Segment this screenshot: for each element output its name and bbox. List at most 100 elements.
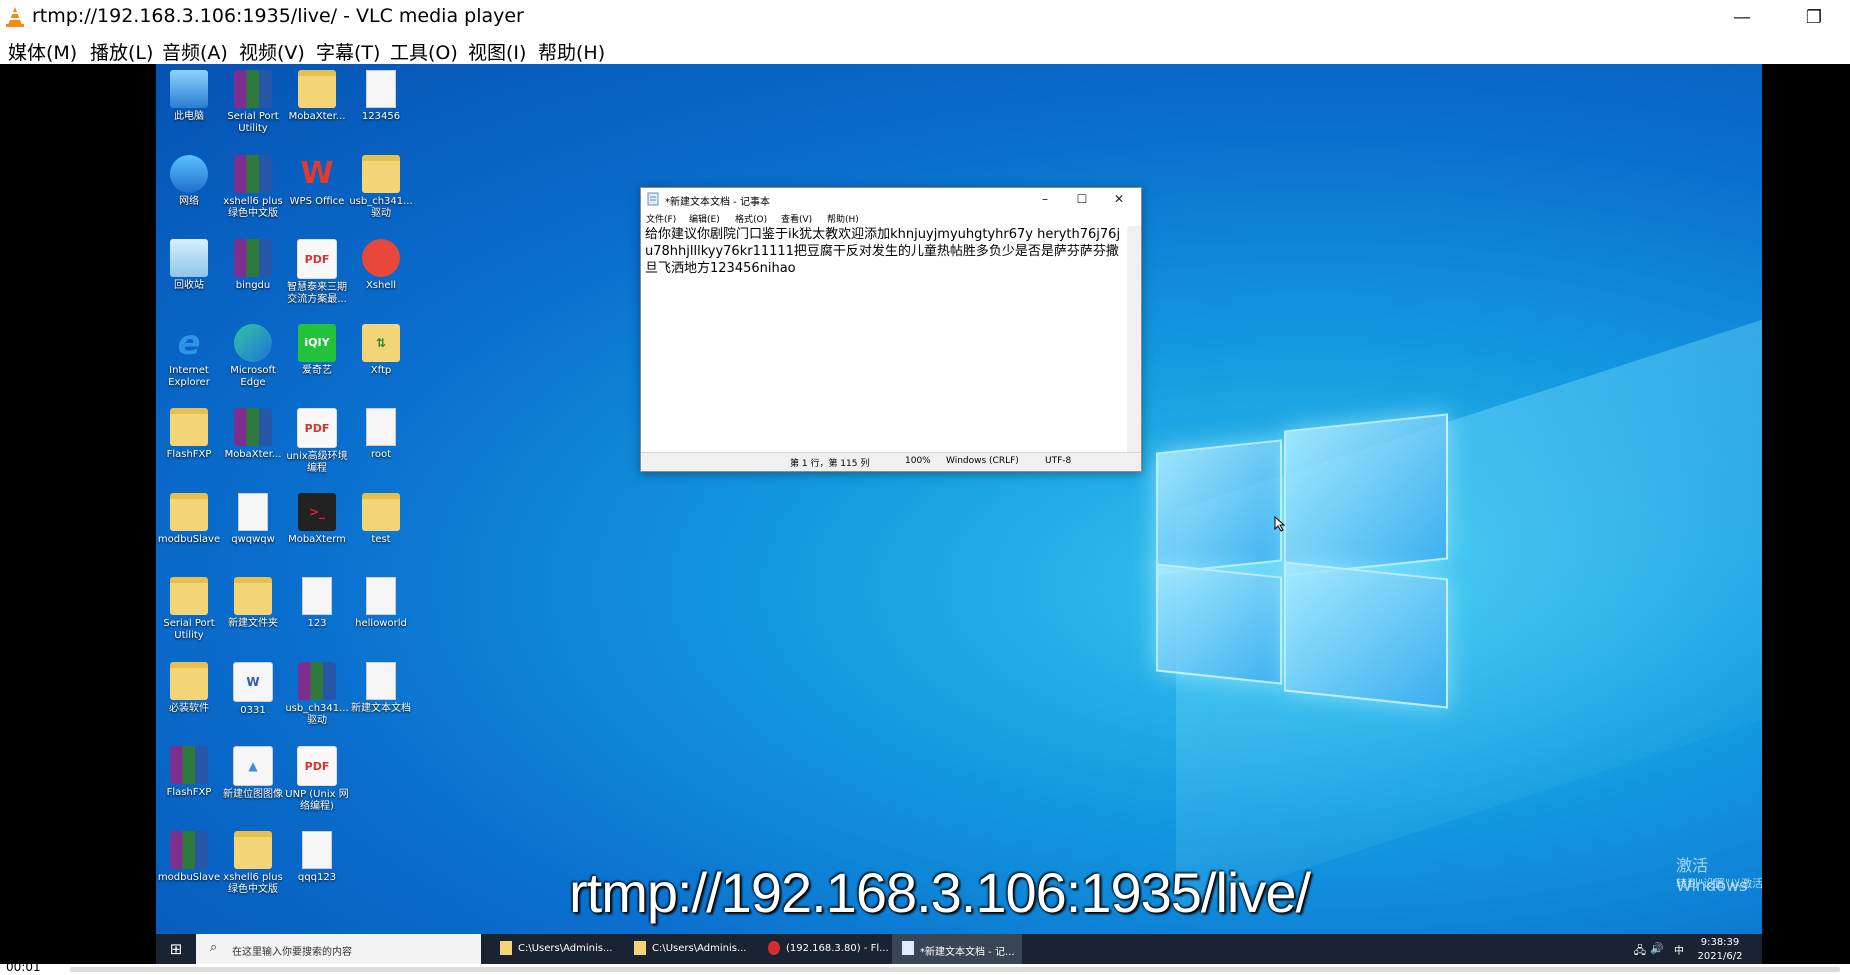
notepad-title: *新建文本文档 - 记事本 (665, 197, 770, 208)
folder-icon (234, 830, 272, 869)
text-file-icon (366, 661, 396, 700)
streamed-desktop: 此电脑 Serial Port Utility MobaXter... 123456 网… (156, 64, 1762, 934)
menu-subtitle[interactable]: 字幕(T) (316, 38, 380, 65)
winrar-icon (298, 661, 336, 700)
desktop-icon-label: Microsoft Edge (230, 364, 276, 388)
line-ending: Windows (CRLF) (946, 456, 1019, 466)
folder-icon (500, 941, 512, 955)
notepad-scrollbar[interactable] (1127, 226, 1141, 452)
notepad-window[interactable]: *新建文本文档 - 记事本 – ☐ ✕ 文件(F) 编辑(E) 格式(O) 查看… (640, 187, 1142, 472)
light-beam (1176, 217, 1762, 911)
folder-icon (634, 941, 646, 955)
desktop-icon-label: FlashFXP (166, 449, 212, 460)
desktop-icon-label: qwqwqw (231, 533, 275, 545)
picture-icon: ▲ (233, 746, 273, 786)
search-icon: ⌕ (210, 940, 218, 955)
desktop-icon: FlashFXP (158, 408, 220, 461)
word-icon: W (233, 661, 273, 702)
desktop-icon: PDF 智慧泰来三期 交流方案最... (286, 239, 348, 306)
desktop-icon-label: 0331 (240, 704, 266, 716)
winrar-icon (234, 70, 272, 108)
taskbar-search-placeholder: 在这里输入你要搜索的内容 (232, 947, 352, 958)
edge-icon (234, 323, 272, 362)
folder-icon (170, 408, 208, 446)
desktop-icon-label: modbuSlave (157, 533, 221, 545)
desktop-icon: Microsoft Edge (222, 323, 284, 389)
menu-playback[interactable]: 播放(L) (90, 38, 153, 65)
notepad-close-button[interactable]: ✕ (1103, 188, 1135, 210)
notepad-menu-bar: 文件(F) 编辑(E) 格式(O) 查看(V) 帮助(H) (641, 210, 1141, 226)
desktop-icon-label: 新建文本文档 (351, 702, 411, 714)
text-file-icon (238, 492, 268, 531)
menu-help[interactable]: 帮助(H) (538, 38, 605, 65)
menu-video[interactable]: 视频(V) (239, 38, 305, 65)
desktop-icon-label: 新建位图图像 (223, 789, 283, 800)
desktop-icon-label: unix高级环境 编程 (286, 451, 348, 474)
notepad-text-area[interactable]: 给你建议你剧院门口鉴于ik犹太教欢迎添加khnjuyjmyuhgtyhr67y … (643, 226, 1129, 452)
desktop-icon: 此电脑 (158, 70, 220, 123)
windows-logo-pane (1284, 561, 1448, 709)
notepad-menu-file[interactable]: 文件(F) (646, 212, 676, 225)
desktop-icon-label: Internet Explorer (168, 364, 210, 388)
desktop-icon-label: MobaXter... (224, 449, 282, 460)
desktop-icon-label: UNP (Unix 网络编程) (285, 789, 349, 812)
windows-start-icon: ⊞ (169, 940, 183, 958)
menu-view[interactable]: 视图(I) (468, 38, 526, 65)
notepad-menu-view[interactable]: 查看(V) (781, 212, 812, 225)
mobaxterm-icon: >_ (298, 492, 336, 531)
seek-bar[interactable] (70, 967, 1840, 972)
pdf-icon: PDF (297, 408, 337, 448)
title-bar: rtmp://192.168.3.106:1935/live/ - VLC me… (0, 0, 1850, 34)
windows-logo-pane (1156, 439, 1282, 575)
notepad-menu-edit[interactable]: 编辑(E) (689, 212, 720, 225)
desktop-icon: Serial Port Utility (222, 70, 284, 135)
desktop-icon: PDF UNP (Unix 网络编程) (285, 746, 349, 813)
pdf-icon: PDF (297, 239, 337, 279)
desktop-icon-label: Serial Port Utility (227, 111, 279, 134)
desktop-icon-label: Xshell (365, 280, 397, 291)
network-icon (170, 154, 208, 193)
notepad-title-bar: *新建文本文档 - 记事本 – ☐ ✕ (641, 188, 1141, 210)
desktop-icon: bingdu (222, 239, 284, 292)
desktop-icon: 必装软件 (158, 661, 220, 715)
minimize-button[interactable]: — (1706, 0, 1778, 34)
desktop-icon-label: 123456 (361, 111, 401, 122)
notepad-menu-help[interactable]: 帮助(H) (827, 212, 859, 225)
desktop-icon-label: usb_ch341... 驱动 (349, 195, 413, 219)
volume-icon: 🔊 (1650, 942, 1664, 955)
desktop-icon-label: 智慧泰来三期 交流方案最... (287, 282, 347, 305)
menu-audio[interactable]: 音频(A) (162, 38, 228, 65)
wps-icon: W (300, 156, 334, 191)
desktop-icon: 新建文件夹 (222, 577, 284, 630)
desktop-icon: W WPS Office (286, 155, 348, 208)
notepad-maximize-button[interactable]: ☐ (1066, 188, 1098, 210)
network-icon: 🖧 (1633, 944, 1646, 957)
seek-area: 00:01 (0, 960, 1850, 975)
desktop-icon: usb_ch341... 驱动 (349, 154, 413, 220)
text-file-icon (366, 577, 396, 615)
clock-date: 2021/6/2 (1697, 951, 1743, 962)
desktop-icon: ▲ 新建位图图像 (222, 746, 284, 801)
encoding: UTF-8 (1045, 456, 1072, 466)
notepad-icon (647, 192, 659, 206)
notepad-minimize-button[interactable]: – (1029, 188, 1061, 210)
computer-icon (170, 70, 208, 108)
video-area[interactable]: 此电脑 Serial Port Utility MobaXter... 123456 网… (0, 64, 1850, 964)
folder-icon (170, 661, 208, 700)
folder-icon (362, 492, 400, 531)
menu-media[interactable]: 媒体(M) (8, 38, 77, 65)
menu-tools[interactable]: 工具(O) (390, 38, 458, 65)
folder-icon (234, 577, 272, 615)
desktop-icon-label: helloworld (355, 618, 407, 629)
text-file-icon (302, 830, 332, 869)
restore-button[interactable]: ❐ (1778, 0, 1850, 34)
desktop-icon: usb_ch341... 驱动 (285, 661, 349, 727)
taskbar-app-explorer-1: C:\Users\Adminis... (490, 934, 620, 964)
desktop-icon-label: Xftp (370, 364, 392, 376)
desktop-icon: qwqwqw (222, 492, 284, 546)
desktop-icon-label: xshell6 plus 绿色中文版 (223, 195, 283, 219)
notepad-menu-format[interactable]: 格式(O) (735, 212, 767, 225)
text-file-icon (302, 577, 332, 615)
winrar-icon (234, 239, 272, 277)
subtitle-text: rtmp://192.168.3.106:1935/live/ (569, 861, 1311, 924)
